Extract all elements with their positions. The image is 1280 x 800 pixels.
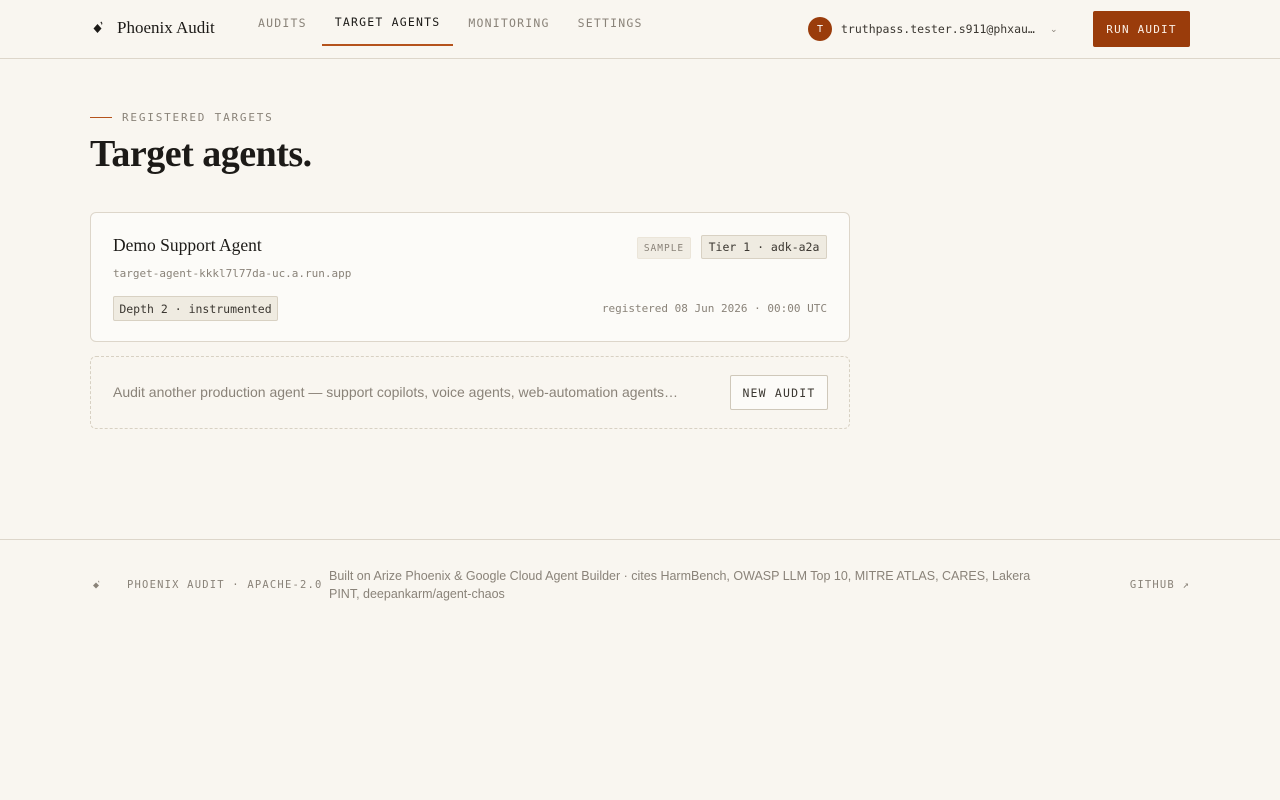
main-nav: AUDITS TARGET AGENTS MONITORING SETTINGS — [245, 0, 658, 59]
agent-name: Demo Support Agent — [113, 235, 262, 255]
nav-target-agents[interactable]: TARGET AGENTS — [321, 0, 454, 46]
tier-badge: Tier 1 · adk-a2a — [701, 235, 827, 259]
user-menu[interactable]: T truthpass.tester.s911@phxau… ⌄ — [808, 17, 1058, 41]
brand-name: Phoenix Audit — [117, 18, 215, 37]
section-eyebrow: REGISTERED TARGETS — [90, 110, 274, 124]
eyebrow-rule — [90, 116, 112, 118]
eyebrow-text: REGISTERED TARGETS — [122, 110, 274, 124]
nav-settings[interactable]: SETTINGS — [565, 0, 656, 46]
github-link[interactable]: GITHUB ↗ — [1130, 579, 1190, 591]
nav-monitoring[interactable]: MONITORING — [455, 0, 562, 46]
flame-diamond-icon — [90, 19, 108, 37]
depth-badge: Depth 2 · instrumented — [113, 296, 278, 321]
user-email: truthpass.tester.s911@phxau… — [841, 22, 1035, 36]
avatar: T — [808, 17, 832, 41]
nav-audits[interactable]: AUDITS — [245, 0, 320, 46]
brand[interactable]: Phoenix Audit — [90, 16, 215, 40]
top-bar: Phoenix Audit AUDITS TARGET AGENTS MONIT… — [0, 0, 1280, 59]
run-audit-button[interactable]: RUN AUDIT — [1093, 11, 1190, 47]
agent-card[interactable]: Demo Support Agent target-agent-kkkl7l77… — [90, 212, 850, 342]
footer: PHOENIX AUDIT · APACHE-2.0 Built on Ariz… — [0, 539, 1280, 619]
agent-host: target-agent-kkkl7l77da-uc.a.run.app — [113, 267, 352, 280]
registered-timestamp: registered 08 Jun 2026 · 00:00 UTC — [601, 302, 827, 315]
footer-description: Built on Arize Phoenix & Google Cloud Ag… — [329, 569, 1031, 601]
footer-brand: PHOENIX AUDIT · APACHE-2.0 — [127, 579, 323, 591]
sample-badge: SAMPLE — [637, 237, 691, 259]
caret-down-icon: ⌄ — [1050, 23, 1058, 34]
flame-diamond-icon — [91, 578, 103, 590]
new-audit-card: Audit another production agent — support… — [90, 356, 850, 429]
new-audit-button[interactable]: NEW AUDIT — [730, 375, 828, 410]
page-title: Target agents. — [90, 133, 312, 175]
new-audit-description: Audit another production agent — support… — [113, 384, 679, 400]
